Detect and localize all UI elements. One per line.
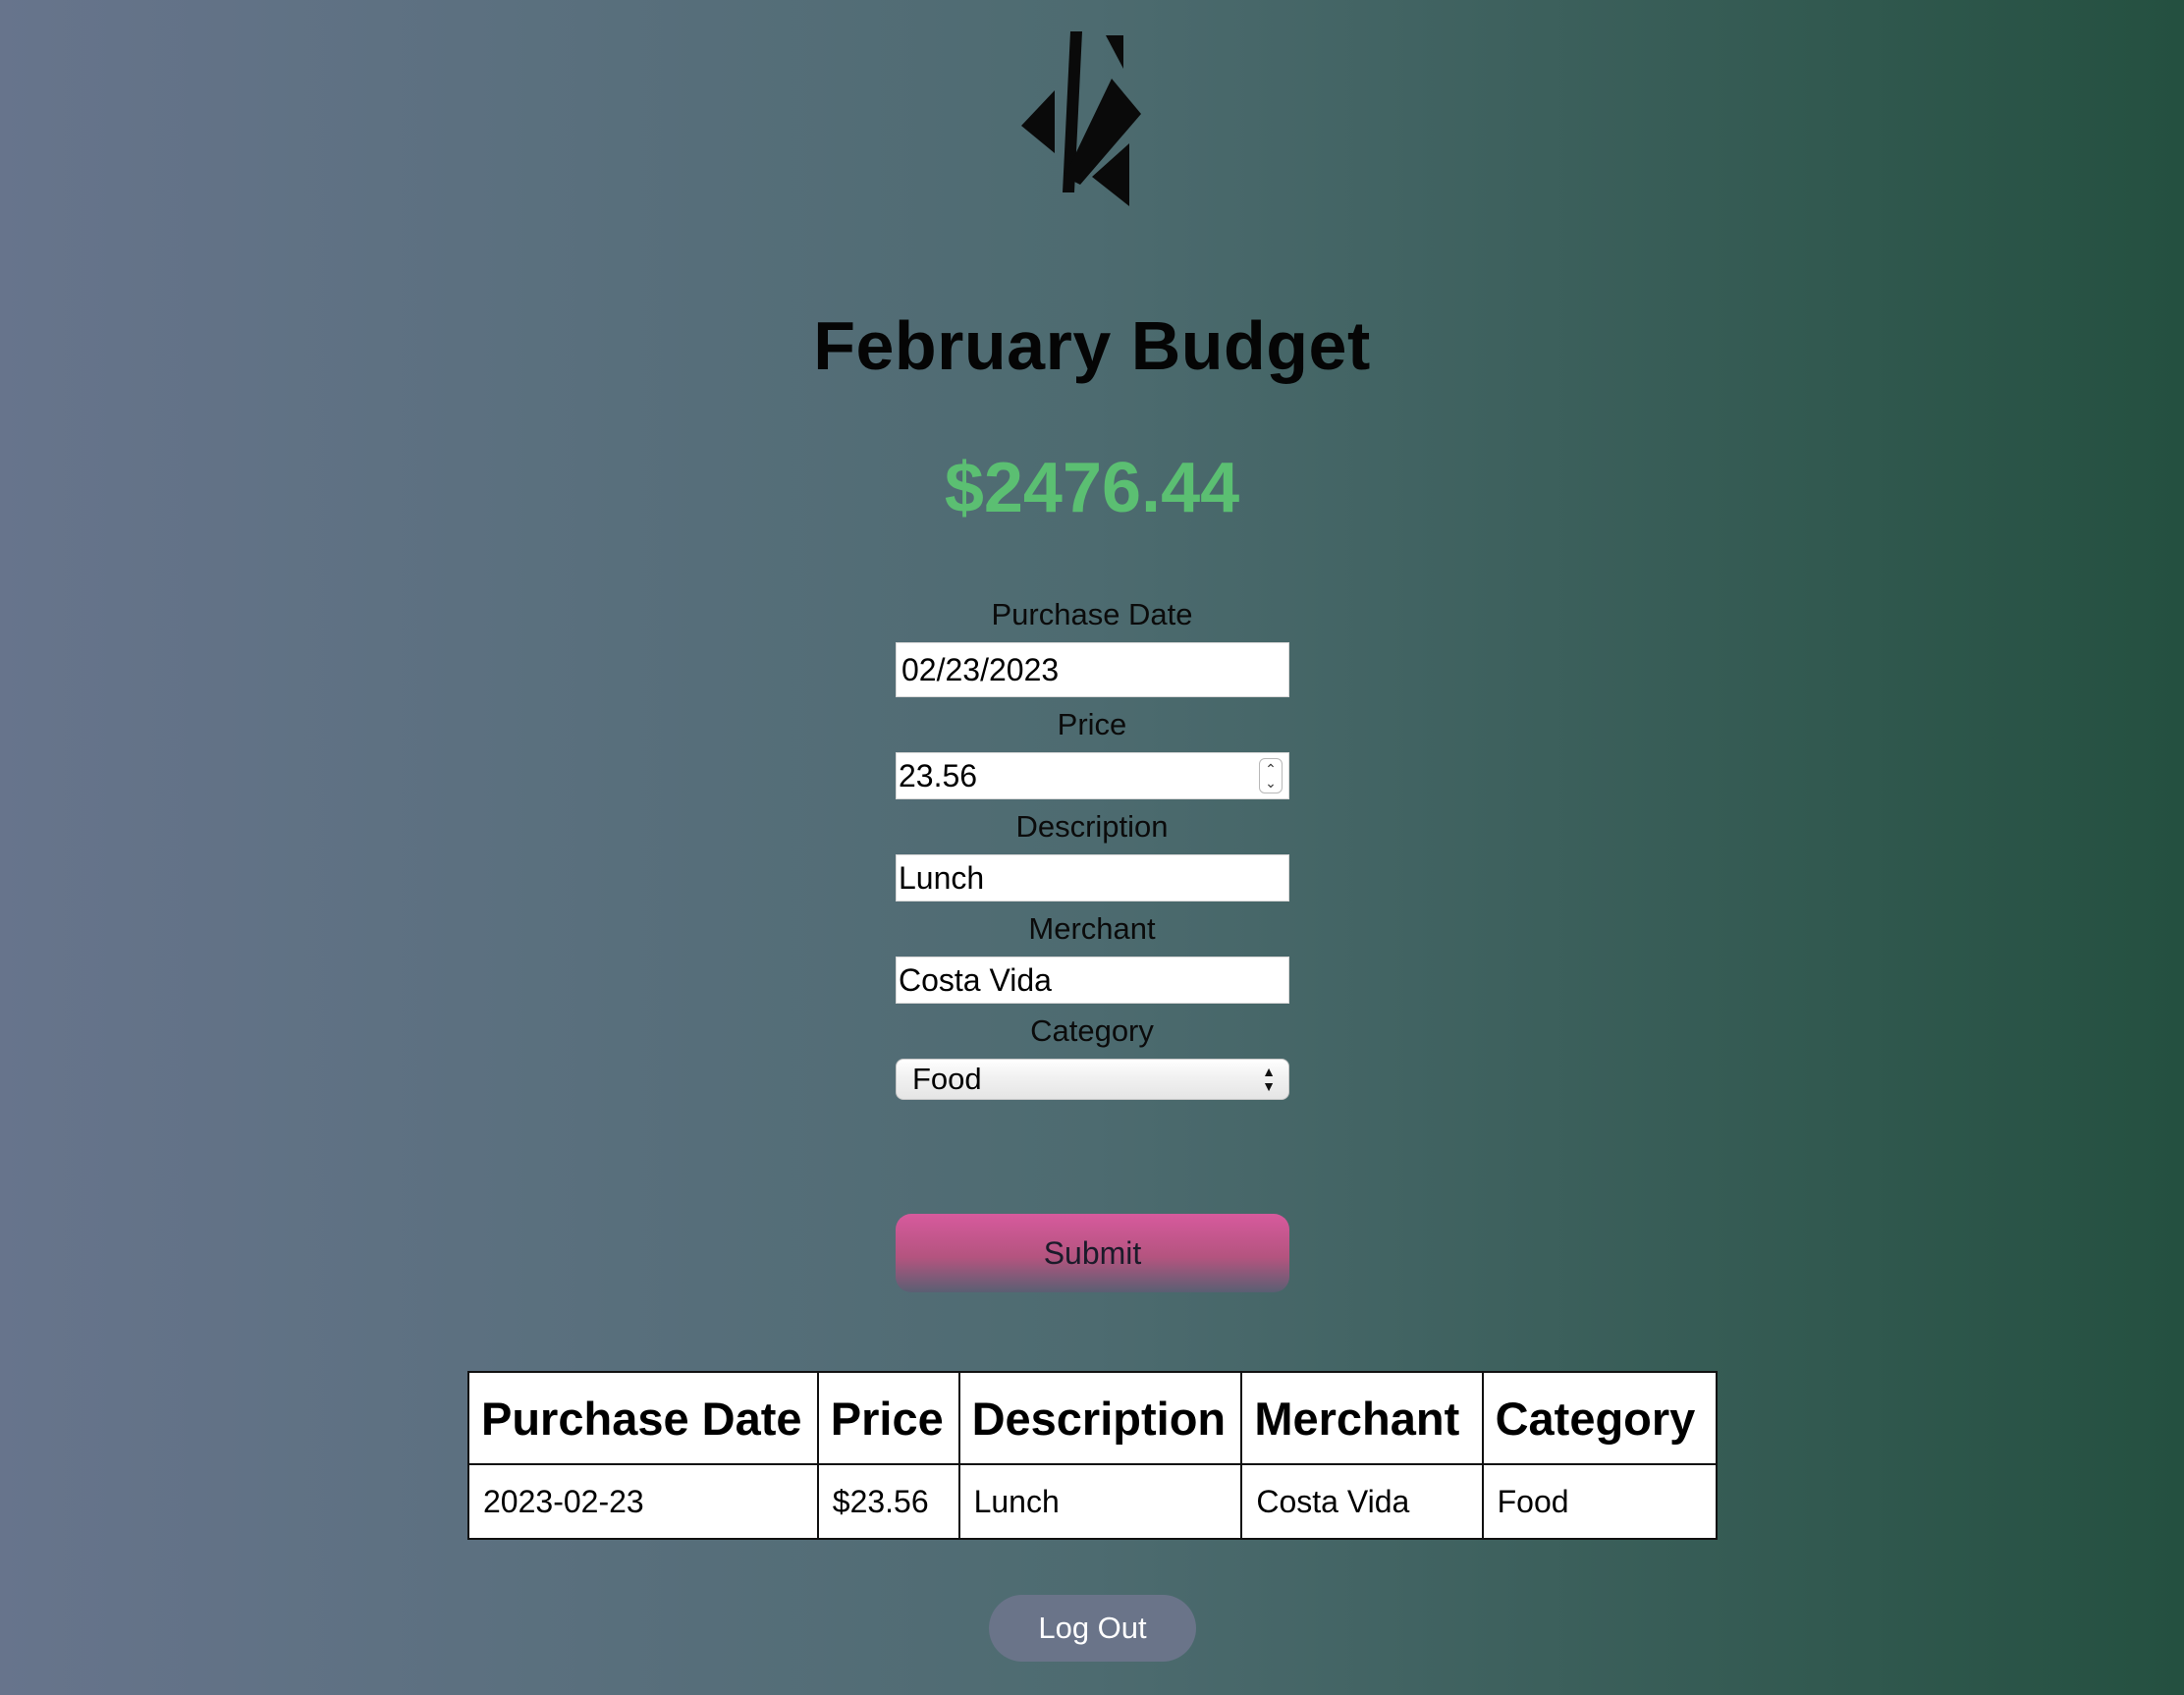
cell-description: Lunch <box>957 1463 1243 1540</box>
cell-price: $23.56 <box>816 1463 960 1540</box>
description-label: Description <box>1015 809 1169 844</box>
merchant-value: Costa Vida <box>899 961 1052 998</box>
transactions-table: Purchase Date Price Description Merchant… <box>467 1371 1719 1540</box>
cell-category: Food <box>1481 1463 1719 1540</box>
remaining-budget-amount: $2476.44 <box>944 449 1240 527</box>
category-value: Food <box>912 1062 982 1096</box>
category-label: Category <box>1030 1013 1154 1048</box>
cell-merchant: Costa Vida <box>1240 1463 1484 1540</box>
description-value: Lunch <box>899 859 985 896</box>
column-header-description: Description <box>957 1371 1243 1465</box>
log-out-button[interactable]: Log Out <box>989 1595 1196 1662</box>
table-header-row: Purchase Date Price Description Merchant… <box>467 1371 1719 1465</box>
column-header-merchant: Merchant <box>1240 1371 1484 1465</box>
price-value: 23.56 <box>899 757 978 793</box>
merchant-label: Merchant <box>1028 911 1156 946</box>
column-header-purchase-date: Purchase Date <box>467 1371 819 1465</box>
column-header-category: Category <box>1481 1371 1719 1465</box>
table-row: 2023-02-23 $23.56 Lunch Costa Vida Food <box>467 1463 1719 1540</box>
cell-purchase-date: 2023-02-23 <box>467 1463 819 1540</box>
page-title: February Budget <box>813 307 1371 384</box>
select-arrows-icon: ▲ ▼ <box>1262 1064 1276 1094</box>
purchase-date-input[interactable]: 02/23/2023 <box>896 642 1289 697</box>
chevron-up-icon[interactable]: ⌃ <box>1265 762 1277 776</box>
purchase-date-value: 02/23/2023 <box>901 651 1060 687</box>
description-input[interactable]: Lunch <box>896 854 1289 902</box>
price-label: Price <box>1057 707 1127 741</box>
chevron-down-icon[interactable]: ⌄ <box>1265 776 1277 790</box>
price-stepper[interactable]: ⌃ ⌄ <box>1259 758 1283 793</box>
category-select[interactable]: Food ▲ ▼ <box>896 1059 1289 1100</box>
budget-page: February Budget $2476.44 Purchase Date 0… <box>0 0 2184 1695</box>
app-logo-icon <box>1021 31 1141 206</box>
merchant-input[interactable]: Costa Vida <box>896 957 1289 1004</box>
column-header-price: Price <box>816 1371 960 1465</box>
purchase-date-label: Purchase Date <box>991 597 1193 631</box>
submit-button[interactable]: Submit <box>896 1214 1289 1292</box>
price-input[interactable]: 23.56 ⌃ ⌄ <box>896 752 1289 799</box>
